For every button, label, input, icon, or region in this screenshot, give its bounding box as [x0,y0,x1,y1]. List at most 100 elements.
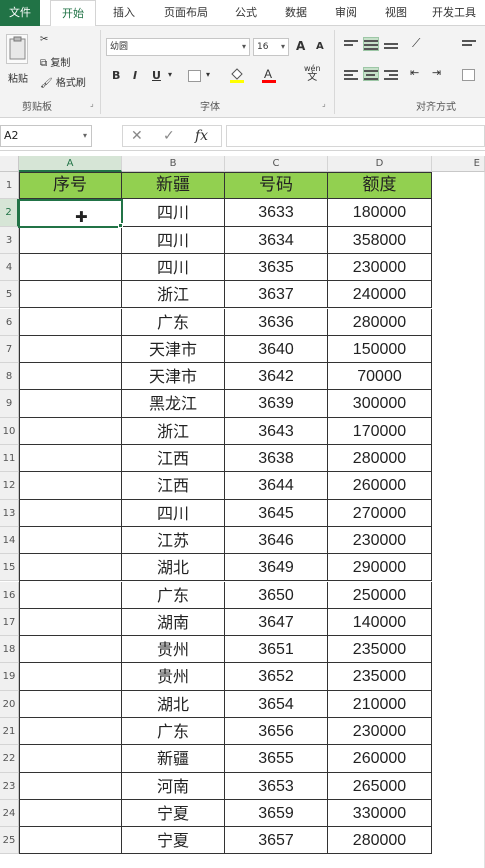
table-cell[interactable]: 235000 [328,663,432,691]
table-cell[interactable]: 235000 [328,636,432,664]
row-header[interactable]: 5 [0,281,19,309]
paste-label[interactable]: 粘贴 [8,70,28,85]
shrink-font-button[interactable]: A [316,41,324,52]
tab-developer[interactable]: 开发工具 [424,0,484,26]
table-cell[interactable] [19,526,122,555]
table-cell[interactable]: 3657 [225,827,328,855]
table-cell[interactable]: 260000 [328,472,432,500]
table-cell[interactable] [19,690,122,718]
row-header[interactable]: 11 [0,445,19,473]
table-cell[interactable]: 3635 [225,253,328,282]
tab-view[interactable]: 视图 [376,0,416,26]
table-cell[interactable]: 广东 [122,581,225,609]
table-cell[interactable]: 3637 [225,281,328,309]
row-header[interactable]: 17 [0,608,19,637]
table-cell[interactable]: 浙江 [122,281,225,309]
row-header[interactable]: 24 [0,799,19,828]
table-cell[interactable]: 湖北 [122,690,225,718]
cancel-icon[interactable]: ✕ [131,128,143,144]
row-header[interactable]: 10 [0,417,19,445]
table-cell[interactable]: 3659 [225,799,328,828]
row-header[interactable]: 22 [0,745,19,773]
row-header[interactable]: 9 [0,390,19,418]
table-cell[interactable] [19,335,122,364]
font-name-combo[interactable]: 幼圆 ▾ [106,38,250,56]
table-cell[interactable] [19,799,122,828]
row-header[interactable]: 2 [0,199,19,227]
name-box[interactable]: A2 ▾ [0,125,92,147]
table-cell[interactable]: 330000 [328,799,432,828]
table-cell[interactable]: 170000 [328,417,432,445]
align-right-icon[interactable] [384,68,398,80]
table-cell[interactable]: 280000 [328,445,432,473]
table-cell[interactable]: 358000 [328,226,432,254]
select-all-corner[interactable] [0,156,19,172]
copy-button[interactable]: ⧉ 复制 [40,54,70,69]
table-cell[interactable]: 黑龙江 [122,390,225,418]
table-cell[interactable]: 250000 [328,581,432,609]
table-cell[interactable]: 180000 [328,199,432,227]
row-header[interactable]: 3 [0,226,19,254]
tab-formulas[interactable]: 公式 [226,0,266,26]
table-cell[interactable]: 265000 [328,772,432,800]
table-cell[interactable]: 湖北 [122,554,225,582]
table-cell[interactable]: 宁夏 [122,827,225,855]
row-header[interactable]: 25 [0,827,19,855]
paste-button[interactable] [6,34,28,64]
table-cell[interactable]: 290000 [328,554,432,582]
column-header-a[interactable]: A [19,156,122,172]
table-cell[interactable]: 3656 [225,718,328,746]
table-cell[interactable]: 3654 [225,690,328,718]
table-cell[interactable] [19,608,122,637]
cut-button[interactable]: ✂ [40,34,48,45]
table-cell[interactable] [19,663,122,691]
table-header-cell[interactable]: 序号 [19,172,122,200]
table-cell[interactable]: 贵州 [122,636,225,664]
table-cell[interactable] [19,417,122,445]
phonetic-button[interactable]: wén 文 [304,64,321,83]
table-cell[interactable]: 280000 [328,308,432,336]
table-cell[interactable] [19,581,122,609]
table-cell[interactable]: 四川 [122,199,225,227]
table-cell[interactable]: 240000 [328,281,432,309]
table-cell[interactable]: 3655 [225,745,328,773]
table-cell[interactable] [19,281,122,309]
table-cell[interactable]: 3652 [225,663,328,691]
row-header[interactable]: 6 [0,308,19,336]
table-cell[interactable]: 江西 [122,445,225,473]
tab-insert[interactable]: 插入 [104,0,144,26]
column-header-b[interactable]: B [122,156,225,172]
font-size-combo[interactable]: 16 ▾ [253,38,289,56]
column-header-d[interactable]: D [328,156,432,172]
wrap-text-icon[interactable] [462,38,476,50]
row-header[interactable]: 13 [0,499,19,527]
underline-button[interactable]: U [152,69,161,82]
table-cell[interactable]: 宁夏 [122,799,225,828]
table-cell[interactable]: 3634 [225,226,328,254]
align-bottom-icon[interactable] [384,38,398,50]
table-cell[interactable]: 3645 [225,499,328,527]
enter-icon[interactable]: ✓ [163,128,175,144]
table-cell[interactable] [19,772,122,800]
table-cell[interactable]: 270000 [328,499,432,527]
table-cell[interactable]: 3638 [225,445,328,473]
table-cell[interactable]: 3642 [225,363,328,391]
underline-dropdown-icon[interactable]: ▾ [168,70,172,79]
font-launcher-icon[interactable]: ⌟ [322,99,326,108]
table-cell[interactable]: 210000 [328,690,432,718]
table-header-cell[interactable]: 新疆 [122,172,225,200]
format-painter-button[interactable]: 🖌 格式刷 [40,74,86,89]
table-cell[interactable]: 140000 [328,608,432,637]
increase-indent-icon[interactable]: ⇥ [432,66,441,79]
table-cell[interactable]: 3644 [225,472,328,500]
table-cell[interactable]: 3647 [225,608,328,637]
row-header[interactable]: 23 [0,772,19,800]
insert-function-button[interactable]: fx [195,128,208,144]
table-cell[interactable]: 260000 [328,745,432,773]
row-header[interactable]: 1 [0,172,19,200]
table-cell[interactable] [19,253,122,282]
align-middle-icon[interactable] [363,37,379,51]
row-header[interactable]: 18 [0,636,19,664]
row-header[interactable]: 16 [0,581,19,609]
tab-review[interactable]: 审阅 [326,0,366,26]
